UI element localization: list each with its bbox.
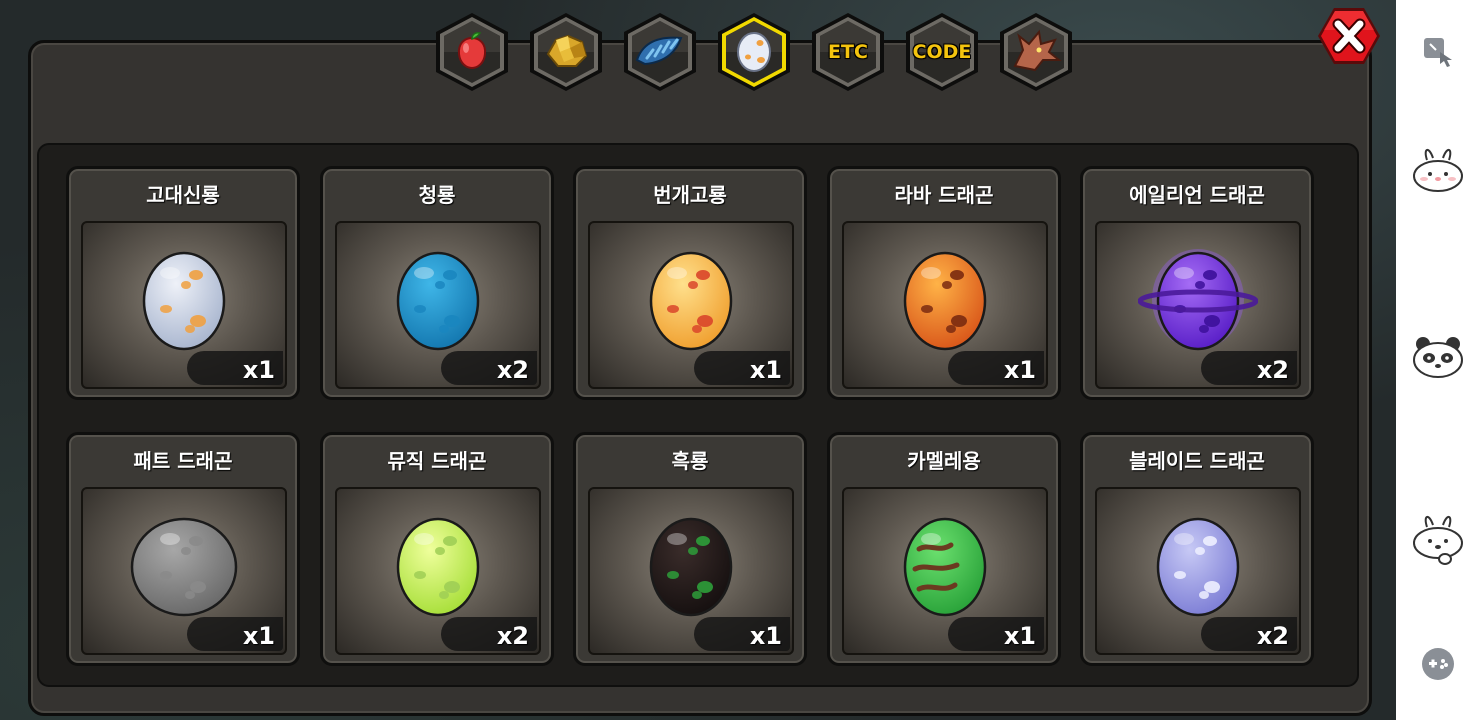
gold-ore-icon [542, 28, 590, 76]
egg-slot: x1 [81, 221, 287, 389]
tab-dragon[interactable] [995, 11, 1077, 93]
egg-count: x2 [1256, 622, 1289, 650]
egg-slot: x1 [588, 487, 794, 655]
tab-code-label: CODE [912, 41, 972, 63]
egg-slot: x2 [335, 487, 541, 655]
egg-name: 블레이드 드래곤 [1129, 449, 1265, 473]
egg-card[interactable]: 라바 드래곤 x1 [827, 166, 1061, 400]
dragon-egg-icon [124, 509, 244, 625]
egg-card[interactable]: 패트 드래곤 x1 [66, 432, 300, 666]
egg-slot: x1 [842, 221, 1048, 389]
egg-count: x2 [496, 622, 529, 650]
egg-slot: x1 [81, 487, 287, 655]
egg-count: x1 [242, 356, 275, 384]
egg-count: x1 [242, 622, 275, 650]
emulator-sidebar [1396, 0, 1480, 720]
tab-scale[interactable] [619, 11, 701, 93]
egg-slot: x2 [1095, 221, 1301, 389]
egg-count: x1 [1003, 622, 1036, 650]
tab-code[interactable]: CODE [901, 11, 983, 93]
tab-fruit[interactable] [431, 11, 513, 93]
egg-name: 라바 드래곤 [894, 183, 994, 207]
egg-name: 카멜레용 [907, 449, 981, 473]
dragon-egg-icon [885, 509, 1005, 625]
dragon-egg-icon [378, 509, 498, 625]
close-icon [1318, 8, 1380, 64]
dragon-egg-icon [885, 243, 1005, 359]
tab-egg[interactable] [713, 11, 795, 93]
dragon-egg-icon [631, 509, 751, 625]
egg-card[interactable]: 번개고룡 x1 [573, 166, 807, 400]
screen-touch-icon[interactable] [1408, 22, 1468, 82]
dragon-scale-icon [633, 30, 687, 74]
dragon-egg-icon [631, 243, 751, 359]
egg-name: 뮤직 드래곤 [387, 449, 487, 473]
egg-icon [734, 27, 774, 77]
egg-count: x2 [496, 356, 529, 384]
egg-slot: x1 [842, 487, 1048, 655]
category-tab-bar: ETC CODE [0, 0, 1396, 100]
dragon-head-icon [1009, 26, 1063, 78]
close-button[interactable] [1316, 6, 1382, 66]
egg-count: x1 [749, 356, 782, 384]
tab-ore[interactable] [525, 11, 607, 93]
egg-slot: x2 [1095, 487, 1301, 655]
egg-card[interactable]: 카멜레용 x1 [827, 432, 1061, 666]
egg-card[interactable]: 흑룡 x1 [573, 432, 807, 666]
panda-emoticon-icon[interactable] [1408, 326, 1468, 386]
egg-count: x2 [1256, 356, 1289, 384]
egg-slot: x1 [588, 221, 794, 389]
tab-etc-label: ETC [828, 41, 868, 63]
egg-name: 에일리언 드래곤 [1129, 183, 1265, 207]
egg-count: x1 [749, 622, 782, 650]
egg-card[interactable]: 에일리언 드래곤 x2 [1080, 166, 1314, 400]
dragon-egg-icon [378, 243, 498, 359]
bunny-emoticon-icon[interactable] [1408, 140, 1468, 200]
egg-card[interactable]: 고대신룡 x1 [66, 166, 300, 400]
egg-count: x1 [1003, 356, 1036, 384]
egg-name: 고대신룡 [146, 183, 220, 207]
egg-slot: x2 [335, 221, 541, 389]
fruit-icon [450, 28, 494, 76]
tab-etc[interactable]: ETC [807, 11, 889, 93]
egg-name: 패트 드래곤 [133, 449, 233, 473]
dragon-egg-icon [1137, 243, 1259, 359]
egg-card[interactable]: 블레이드 드래곤 x2 [1080, 432, 1314, 666]
egg-card[interactable]: 뮤직 드래곤 x2 [320, 432, 554, 666]
egg-card[interactable]: 청룡 x2 [320, 166, 554, 400]
egg-name: 번개고룡 [653, 183, 727, 207]
egg-name: 흑룡 [671, 449, 709, 473]
dragon-egg-icon [1138, 509, 1258, 625]
egg-name: 청룡 [418, 183, 456, 207]
gamepad-icon[interactable] [1408, 634, 1468, 694]
dragon-egg-icon [124, 243, 244, 359]
bunny-wave-icon[interactable] [1408, 510, 1468, 570]
